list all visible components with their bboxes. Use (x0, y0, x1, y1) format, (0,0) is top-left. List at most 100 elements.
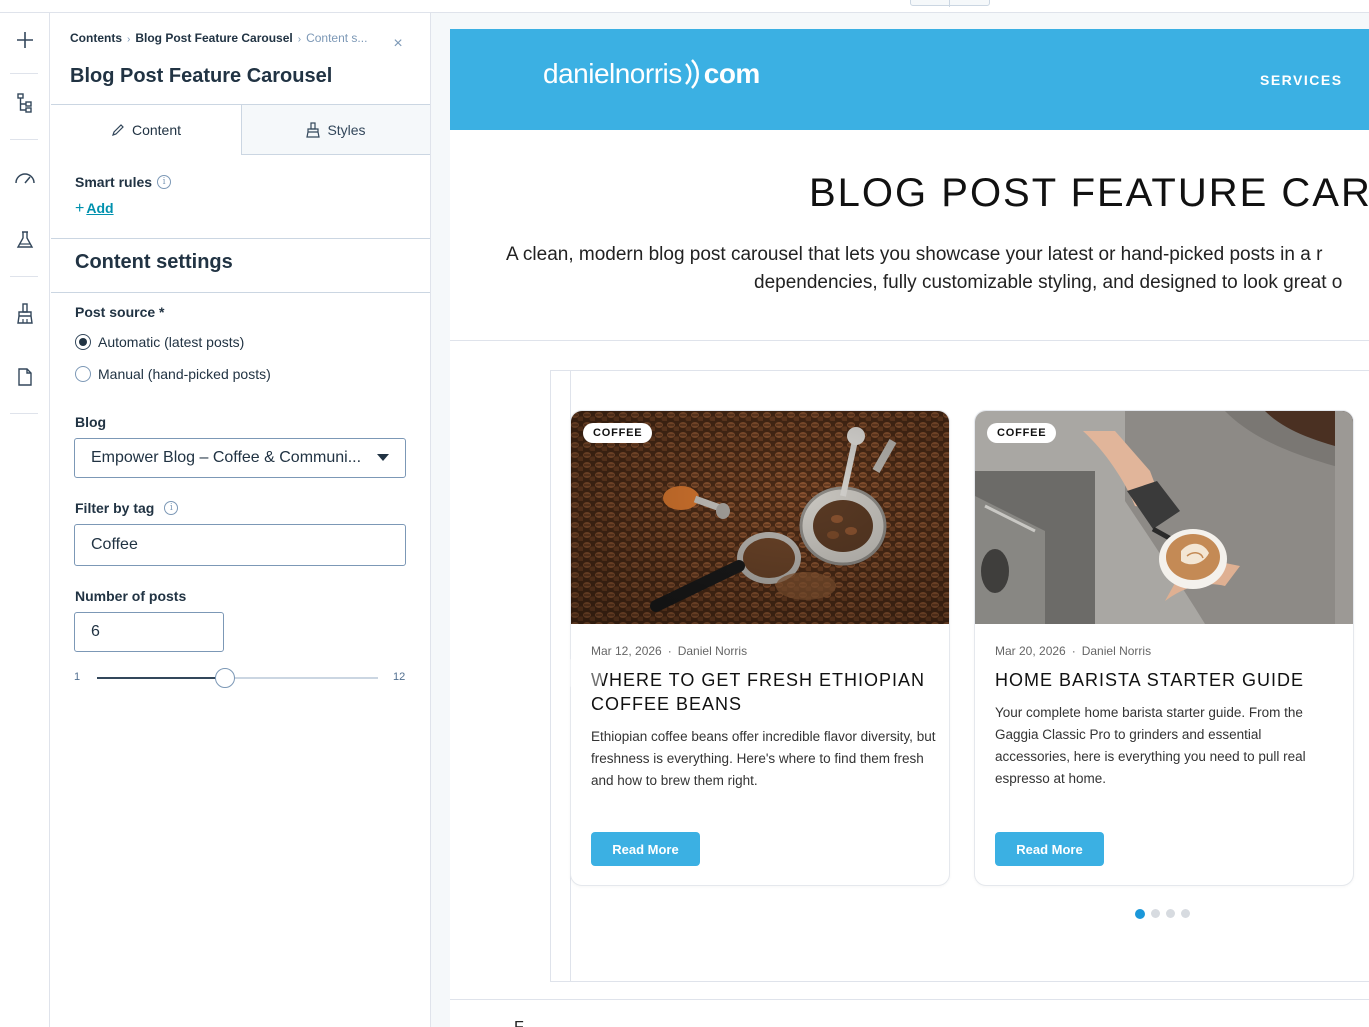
post-card-image[interactable]: COFFEE (571, 411, 949, 624)
radio-button-selected[interactable] (75, 334, 91, 350)
breadcrumb-current: Content s... (306, 31, 368, 45)
breadcrumb: Contents › Blog Post Feature Carousel › Cont… (70, 31, 367, 45)
pencil-icon (112, 124, 124, 136)
flask-icon[interactable] (12, 227, 38, 253)
carousel-pagination (1135, 909, 1190, 919)
editor-panel: Contents › Blog Post Feature Carousel › Cont… (51, 13, 431, 1027)
nav-services-link[interactable]: SERVICES (1260, 72, 1343, 88)
slider-max-label: 12 (393, 671, 406, 683)
post-author: Daniel Norris (1081, 644, 1152, 658)
plus-icon: + (75, 200, 85, 217)
close-icon[interactable]: × (391, 36, 405, 52)
soundwave-icon (684, 59, 699, 89)
chevron-right-icon: › (127, 34, 131, 45)
logo-name: danielnorris (543, 58, 682, 89)
radio-manual-label: Manual (hand-picked posts) (98, 366, 271, 382)
post-title[interactable]: HOME BARISTA STARTER GUIDE (995, 668, 1340, 692)
meta-separator: · (667, 644, 672, 658)
next-section-text: F (514, 1019, 524, 1027)
site-header: danielnorris com SERVICES (450, 29, 1369, 130)
post-excerpt: Your complete home barista starter guide… (995, 705, 1306, 786)
site-logo[interactable]: danielnorris com (543, 58, 760, 90)
slider-thumb[interactable] (215, 668, 235, 688)
section-title: Content settings (75, 251, 233, 273)
filter-tag-value: Coffee (91, 536, 138, 553)
posts-slider[interactable] (97, 668, 378, 688)
brush-icon (306, 121, 321, 138)
rail-divider (10, 276, 38, 277)
filter-tag-text: Filter by tag (75, 500, 155, 516)
pagination-dot[interactable] (1151, 909, 1160, 918)
tab-styles[interactable]: Styles (241, 105, 430, 155)
page-icon[interactable] (12, 364, 38, 390)
radio-manual[interactable]: Manual (hand-picked posts) (75, 366, 271, 382)
slider-fill (97, 677, 225, 679)
filter-tag-input[interactable]: Coffee (74, 524, 406, 566)
blog-label: Blog (75, 414, 107, 430)
rail-divider (10, 73, 38, 74)
number-of-posts-label: Number of posts (75, 588, 187, 604)
pagination-dot[interactable] (1166, 909, 1175, 918)
smart-rules-text: Smart rules (75, 174, 153, 190)
category-badge: COFFEE (583, 423, 653, 443)
filter-tag-label: Filter by tag i (75, 500, 179, 516)
breadcrumb-module[interactable]: Blog Post Feature Carousel (135, 31, 292, 45)
post-date: Mar 20, 2026 (995, 644, 1066, 658)
post-meta: Mar 20, 2026 · Daniel Norris (995, 644, 1151, 658)
tab-styles-label: Styles (327, 121, 366, 138)
device-toggle[interactable] (910, 0, 990, 7)
number-of-posts-input[interactable]: 6 (74, 612, 224, 652)
plus-icon[interactable] (12, 27, 38, 53)
section-divider (450, 999, 1369, 1000)
tab-content-label: Content (131, 122, 182, 138)
radio-button[interactable] (75, 366, 91, 382)
post-title[interactable]: WHERE TO GET FRESH ETHIOPIAN COFFEE BEAN… (591, 668, 936, 716)
slider-min-label: 1 (74, 671, 81, 683)
rail-divider (10, 139, 38, 140)
brush-icon[interactable] (12, 301, 38, 327)
pagination-dot[interactable] (1181, 909, 1190, 918)
hero-title: BLOG POST FEATURE CAR (809, 171, 1369, 215)
content-settings-header[interactable]: Content settings (51, 238, 430, 293)
tree-icon[interactable] (12, 90, 38, 116)
radio-automatic[interactable]: Automatic (latest posts) (75, 334, 244, 350)
blog-select-value: Empower Blog – Coffee & Communi... (91, 449, 362, 466)
post-card-image[interactable]: COFFEE (975, 411, 1353, 624)
post-date: Mar 12, 2026 (591, 644, 662, 658)
hero-line-1: A clean, modern blog post carousel that … (506, 244, 1323, 265)
pagination-dot[interactable] (1135, 909, 1145, 919)
gauge-icon[interactable] (12, 165, 38, 191)
hero-line-2: dependencies, fully customizable styling… (754, 272, 1343, 293)
rail-divider (10, 413, 38, 414)
panel-title: Blog Post Feature Carousel (70, 65, 333, 87)
add-label: Add (86, 200, 114, 216)
read-more-button[interactable]: Read More (995, 832, 1104, 866)
post-card[interactable]: COFFEE Mar 12, 2026 · Daniel Norris WHERE … (570, 410, 950, 886)
post-excerpt: Ethiopian coffee beans offer incredible … (591, 729, 936, 788)
breadcrumb-root[interactable]: Contents (70, 31, 122, 45)
add-smart-rule-link[interactable]: + Add (75, 200, 114, 218)
post-author: Daniel Norris (677, 644, 748, 658)
panel-tabs: Content Styles (51, 104, 430, 155)
chevron-right-icon: › (297, 34, 302, 45)
section-divider (450, 340, 1369, 341)
blog-select[interactable]: Empower Blog – Coffee & Communi... (74, 438, 406, 478)
logo-domain: com (703, 58, 761, 89)
number-of-posts-value: 6 (91, 623, 100, 640)
info-icon[interactable]: i (157, 175, 172, 189)
top-bar (0, 0, 1369, 13)
tab-content[interactable]: Content (51, 105, 241, 155)
page-preview: danielnorris com SERVICES BLOG POST FEAT… (431, 13, 1369, 1027)
post-card[interactable]: COFFEE Mar 20, 2026 · Daniel Norris HOME B… (974, 410, 1354, 886)
preview-page: danielnorris com SERVICES BLOG POST FEAT… (450, 29, 1369, 1027)
radio-automatic-label: Automatic (latest posts) (98, 334, 245, 350)
info-icon[interactable]: i (164, 501, 179, 515)
read-more-button[interactable]: Read More (591, 832, 700, 866)
carousel-prev-button[interactable] (565, 653, 605, 693)
post-source-label: Post source * (75, 304, 165, 320)
smart-rules-label: Smart rules i (75, 174, 172, 190)
caret-down-icon (377, 454, 389, 461)
category-badge: COFFEE (987, 423, 1057, 443)
post-meta: Mar 12, 2026 · Daniel Norris (591, 644, 747, 658)
left-icon-rail (0, 13, 50, 1027)
